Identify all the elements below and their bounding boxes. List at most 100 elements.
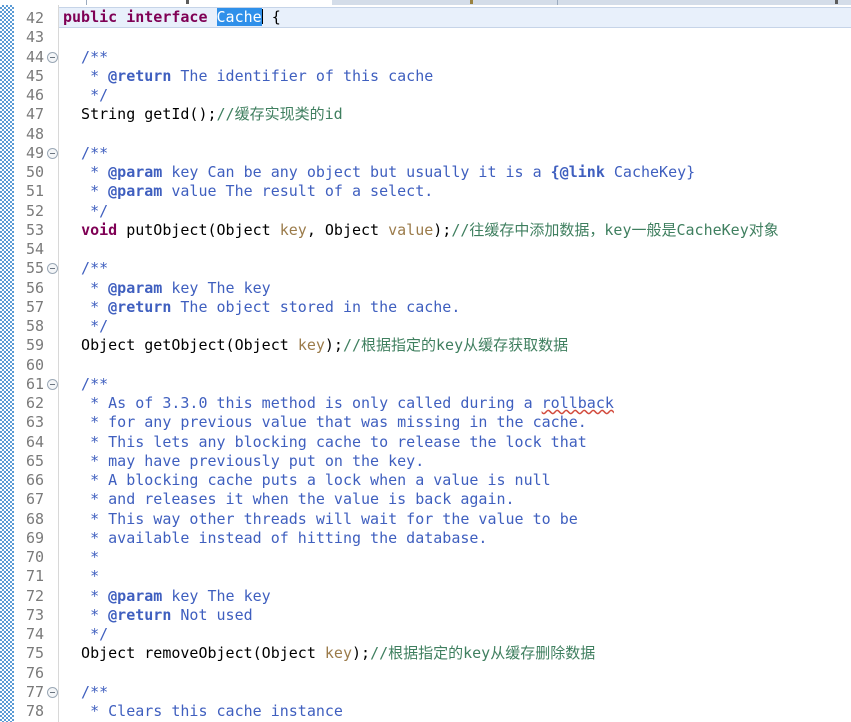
code-token: @param bbox=[108, 163, 163, 181]
code-token: * bbox=[63, 548, 100, 566]
code-token: * bbox=[63, 182, 109, 201]
line-number: 52 bbox=[25, 201, 44, 220]
code-token: String getId(); bbox=[63, 105, 217, 124]
code-editor[interactable]: 42 43 44 45 46 47 48 49 50 51 52 53 54 55 56 57 58 59 60 61… bbox=[0, 0, 851, 722]
line-number: 57 bbox=[25, 297, 44, 316]
line-number: 61 bbox=[25, 374, 44, 393]
tab-marker-3-icon bbox=[835, 0, 838, 4]
fold-collapse-icon[interactable] bbox=[47, 51, 58, 63]
code-line[interactable]: * Clears this cache instance bbox=[59, 702, 851, 721]
code-line[interactable]: * @return The identifier of this cache bbox=[59, 67, 851, 86]
line-number-gutter[interactable]: 42 43 44 45 46 47 48 49 50 51 52 53 54 55 56 57 58 59 60 61… bbox=[14, 5, 59, 722]
code-token: void bbox=[81, 220, 118, 239]
code-line[interactable]: /** bbox=[59, 683, 851, 702]
code-line[interactable]: /** bbox=[59, 48, 851, 67]
line-number: 66 bbox=[25, 471, 44, 489]
line-number: 63 bbox=[25, 413, 44, 432]
line-number: 44 bbox=[25, 47, 44, 66]
fold-collapse-icon[interactable] bbox=[47, 147, 58, 159]
code-token: /** bbox=[63, 682, 109, 701]
code-token: @param bbox=[108, 278, 163, 297]
code-line[interactable]: * @param key The key bbox=[59, 587, 851, 606]
tab-marker-2-icon bbox=[470, 0, 473, 4]
code-line[interactable]: /** bbox=[59, 259, 851, 278]
code-token: ); bbox=[352, 644, 371, 663]
code-token: @param bbox=[108, 182, 163, 201]
code-token: * bbox=[63, 605, 109, 624]
line-number: 62 bbox=[25, 394, 44, 412]
code-line[interactable] bbox=[59, 356, 851, 375]
code-token: key bbox=[297, 336, 325, 355]
code-line[interactable]: /** bbox=[59, 375, 851, 394]
code-token: CacheKey} bbox=[604, 163, 696, 181]
fold-collapse-icon[interactable] bbox=[47, 263, 58, 275]
code-token: { bbox=[262, 8, 281, 26]
code-line[interactable]: * bbox=[59, 548, 851, 567]
line-number: 54 bbox=[25, 240, 44, 258]
code-token: * for any previous value that was missin… bbox=[63, 413, 587, 432]
code-line[interactable]: * @param value The result of a select. bbox=[59, 182, 851, 201]
line-number: 78 bbox=[25, 702, 44, 720]
fold-collapse-icon[interactable] bbox=[47, 378, 58, 390]
code-line[interactable]: * @return Not used bbox=[59, 606, 851, 625]
code-token: The identifier of this cache bbox=[171, 66, 434, 85]
code-token: Object getObject(Object bbox=[63, 336, 298, 355]
code-line[interactable] bbox=[59, 664, 851, 683]
code-line[interactable]: String getId();//缓存实现类的id bbox=[59, 105, 851, 124]
code-token: * may have previously put on the key. bbox=[63, 451, 425, 470]
code-token: putObject(Object bbox=[117, 220, 280, 239]
code-line[interactable]: void putObject(Object key, Object value)… bbox=[59, 221, 851, 240]
code-token: {@link bbox=[550, 163, 605, 181]
code-token: //根据指定的key从缓存获取数据 bbox=[342, 336, 569, 355]
code-line[interactable]: */ bbox=[59, 317, 851, 336]
code-token: * bbox=[63, 163, 109, 181]
line-number: 73 bbox=[25, 605, 44, 624]
code-line[interactable]: * may have previously put on the key. bbox=[59, 452, 851, 471]
code-token: */ bbox=[63, 201, 109, 220]
line-number: 53 bbox=[25, 220, 44, 239]
code-line[interactable] bbox=[59, 125, 851, 144]
code-line[interactable]: */ bbox=[59, 202, 851, 221]
code-line[interactable]: Object removeObject(Object key);//根据指定的k… bbox=[59, 644, 851, 663]
code-line[interactable]: * This lets any blocking cache to releas… bbox=[59, 433, 851, 452]
code-line[interactable]: /** bbox=[59, 144, 851, 163]
code-line[interactable]: Object getObject(Object key);//根据指定的key从… bbox=[59, 336, 851, 355]
fold-collapse-icon[interactable] bbox=[47, 686, 58, 698]
code-line[interactable]: */ bbox=[59, 86, 851, 105]
code-content-area[interactable]: public interface Cache { /** * @return T… bbox=[59, 5, 851, 722]
code-line[interactable]: * A blocking cache puts a lock when a va… bbox=[59, 471, 851, 490]
code-token: //缓存实现类的id bbox=[216, 105, 343, 124]
code-token: The object stored in the cache. bbox=[171, 297, 461, 316]
code-token: //根据指定的key从缓存删除数据 bbox=[370, 644, 596, 663]
code-line[interactable]: * available instead of hitting the datab… bbox=[59, 529, 851, 548]
change-ruler[interactable] bbox=[0, 5, 14, 722]
code-token: * bbox=[63, 297, 109, 316]
code-line[interactable]: * @param key The key bbox=[59, 279, 851, 298]
code-token: * Clears this cache instance bbox=[63, 702, 343, 720]
code-line[interactable]: * bbox=[59, 567, 851, 586]
code-token: @param bbox=[108, 586, 163, 605]
code-line[interactable]: * @return The object stored in the cache… bbox=[59, 298, 851, 317]
code-token: * bbox=[63, 66, 109, 85]
code-token: //往缓存中添加数据，key一般是CacheKey对象 bbox=[451, 220, 779, 239]
code-line[interactable]: * This way other threads will wait for t… bbox=[59, 510, 851, 529]
code-line[interactable] bbox=[59, 240, 851, 259]
code-token: * A blocking cache puts a lock when a va… bbox=[63, 471, 551, 489]
code-line[interactable]: * for any previous value that was missin… bbox=[59, 413, 851, 432]
code-token: public bbox=[63, 8, 118, 26]
line-number: 65 bbox=[25, 451, 44, 470]
line-number: 46 bbox=[25, 86, 44, 104]
code-line[interactable]: * and releases it when the value is back… bbox=[59, 490, 851, 509]
line-number: 59 bbox=[25, 336, 44, 355]
code-line[interactable] bbox=[59, 28, 851, 47]
line-number: 69 bbox=[25, 528, 44, 547]
code-token: key The key bbox=[162, 278, 271, 297]
code-token: /** bbox=[63, 143, 109, 162]
code-line[interactable]: public interface Cache { bbox=[59, 7, 851, 28]
code-line[interactable]: * As of 3.3.0 this method is only called… bbox=[59, 394, 851, 413]
code-line[interactable]: * @param key Can be any object but usual… bbox=[59, 163, 851, 182]
code-token: */ bbox=[63, 317, 109, 335]
code-token: ); bbox=[433, 220, 452, 239]
code-line[interactable]: */ bbox=[59, 625, 851, 644]
